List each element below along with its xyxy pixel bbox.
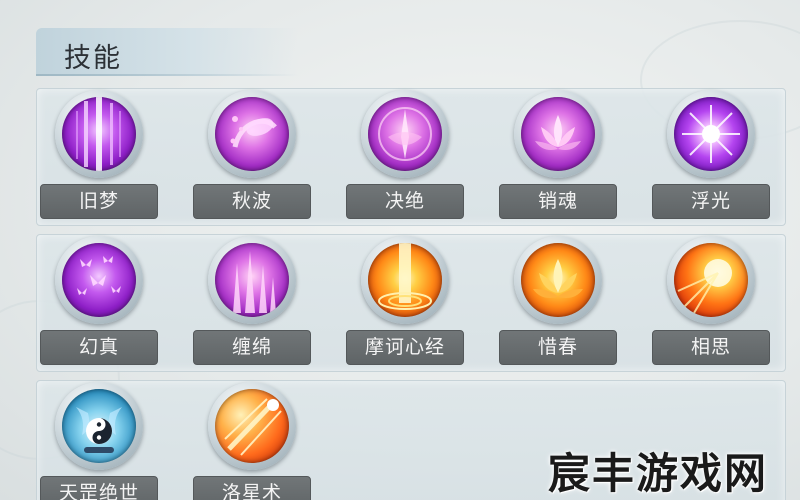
skill-label: 幻真 [40, 330, 158, 365]
violet-light-burst-icon [674, 97, 748, 171]
purple-petal-swirl-icon [215, 97, 289, 171]
purple-crystal-stalks-icon [215, 243, 289, 317]
skill-label: 浮光 [652, 184, 770, 219]
skill-frame [667, 90, 755, 178]
panel-title-bar: 技能 [36, 28, 298, 76]
site-watermark: 宸丰游戏网 [548, 449, 769, 498]
panel-title: 技能 [64, 43, 122, 74]
skill-item-huanzhen[interactable]: 幻真 [40, 236, 158, 366]
fire-burst-icon [674, 243, 748, 317]
skill-item-fuguang[interactable]: 浮光 [652, 90, 770, 220]
skill-item-xiaohun[interactable]: 销魂 [499, 90, 617, 220]
skill-frame [667, 236, 755, 324]
skill-label: 天罡绝世 [40, 476, 158, 500]
skill-item-xiangsi[interactable]: 相思 [652, 236, 770, 366]
skill-label: 摩诃心经 [346, 330, 464, 365]
skill-label: 相思 [652, 330, 770, 365]
skill-label: 缠绵 [193, 330, 311, 365]
skill-label: 旧梦 [40, 184, 158, 219]
pink-lotus-flower-icon [521, 97, 595, 171]
skill-frame [514, 236, 602, 324]
skill-frame [55, 382, 143, 470]
fire-lotus-icon [521, 243, 595, 317]
skill-item-juejue[interactable]: 决绝 [346, 90, 464, 220]
skill-item-mohexinjing[interactable]: 摩诃心经 [346, 236, 464, 366]
purple-butterflies-icon [62, 243, 136, 317]
skill-frame [55, 236, 143, 324]
amber-comet-streak-icon [215, 389, 289, 463]
skill-item-tiangangjueshi[interactable]: 天罡绝世 [40, 382, 158, 500]
skill-frame [361, 90, 449, 178]
pink-lotus-blade-icon [368, 97, 442, 171]
skill-item-chanmian[interactable]: 缠绵 [193, 236, 311, 366]
skill-label: 销魂 [499, 184, 617, 219]
skill-frame [514, 90, 602, 178]
skill-item-jiumeng[interactable]: 旧梦 [40, 90, 158, 220]
skill-frame [208, 236, 296, 324]
skill-item-xichun[interactable]: 惜春 [499, 236, 617, 366]
skill-frame [55, 90, 143, 178]
skill-frame [361, 236, 449, 324]
skill-item-qiubo[interactable]: 秋波 [193, 90, 311, 220]
purple-light-beams-icon [62, 97, 136, 171]
skill-label: 洛星术 [193, 476, 311, 500]
skill-frame [208, 90, 296, 178]
skill-label: 秋波 [193, 184, 311, 219]
skill-item-luoxingshu[interactable]: 洛星术 [193, 382, 311, 500]
skill-label: 惜春 [499, 330, 617, 365]
skill-frame [208, 382, 296, 470]
fire-pillar-icon [368, 243, 442, 317]
skill-label: 决绝 [346, 184, 464, 219]
blue-yin-yang-icon [62, 389, 136, 463]
